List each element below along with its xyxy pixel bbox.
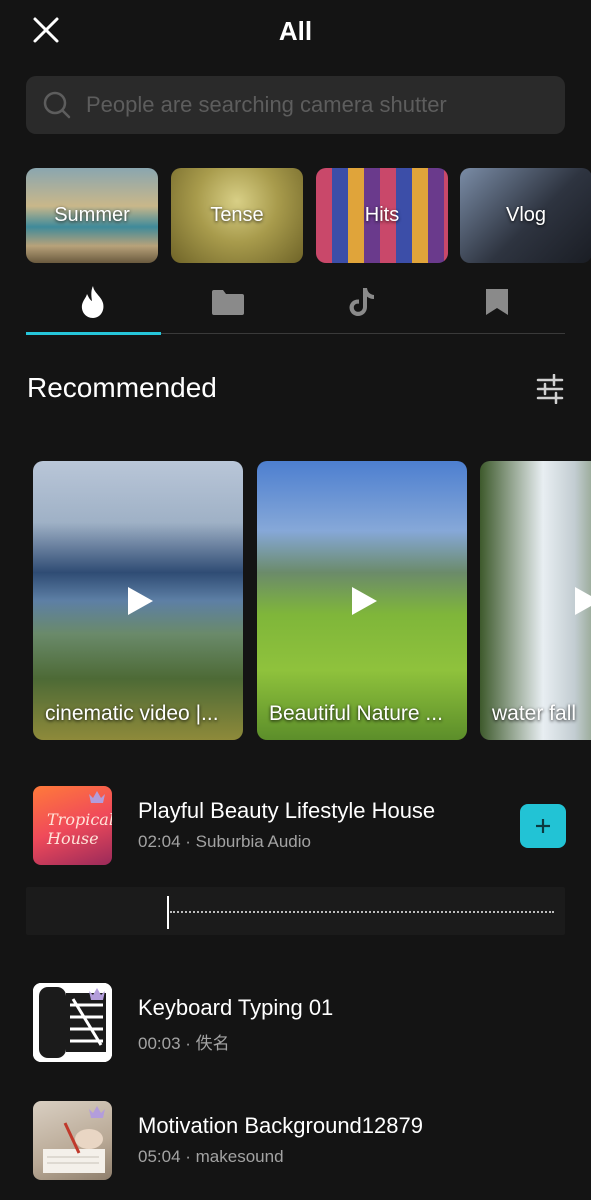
close-button[interactable] bbox=[28, 12, 64, 48]
tab-bar bbox=[26, 270, 565, 335]
video-card[interactable]: water fall bbox=[480, 461, 591, 740]
track-meta: 05:04 · makesound bbox=[138, 1147, 284, 1166]
track-title: Keyboard Typing 01 bbox=[138, 995, 334, 1020]
video-card[interactable]: Beautiful Nature ... bbox=[257, 461, 467, 740]
track-meta: 00:03 · 佚名 bbox=[138, 1034, 230, 1053]
filter-sliders-icon bbox=[536, 373, 564, 405]
category-summer[interactable]: Summer bbox=[26, 168, 158, 263]
thumbnail-text: Tropical House bbox=[47, 810, 112, 848]
section-title: Recommended bbox=[27, 372, 217, 403]
track-thumbnail: Tropical House bbox=[33, 786, 112, 865]
category-vlog[interactable]: Vlog bbox=[460, 168, 591, 263]
premium-crown-icon bbox=[89, 791, 105, 803]
plus-icon bbox=[536, 819, 550, 833]
tab-saved[interactable] bbox=[430, 270, 564, 333]
add-track-button[interactable] bbox=[520, 804, 566, 848]
tab-trending[interactable] bbox=[26, 270, 161, 335]
search-bar[interactable] bbox=[26, 76, 565, 134]
filter-button[interactable] bbox=[534, 373, 566, 405]
track-thumbnail bbox=[33, 1101, 112, 1180]
video-title: cinematic video |... bbox=[45, 702, 219, 725]
flame-icon bbox=[81, 285, 104, 318]
tiktok-icon bbox=[349, 287, 374, 316]
tab-folder[interactable] bbox=[161, 270, 295, 333]
category-strip: Summer Tense Hits Vlog bbox=[26, 168, 591, 264]
play-icon bbox=[352, 587, 377, 615]
track-title: Motivation Background12879 bbox=[138, 1113, 423, 1138]
video-carousel: cinematic video |... Beautiful Nature ..… bbox=[0, 461, 591, 741]
category-hits[interactable]: Hits bbox=[316, 168, 448, 263]
play-icon bbox=[575, 587, 591, 615]
folder-icon bbox=[212, 289, 244, 315]
video-title: water fall bbox=[492, 702, 577, 725]
search-input[interactable] bbox=[86, 92, 546, 118]
audio-waveform[interactable] bbox=[26, 887, 565, 935]
waveform-track bbox=[170, 911, 554, 913]
video-title: Beautiful Nature ... bbox=[269, 702, 443, 725]
playhead[interactable] bbox=[167, 896, 169, 929]
page-title: All bbox=[278, 16, 313, 46]
close-icon bbox=[33, 17, 59, 43]
category-label: Hits bbox=[364, 204, 400, 226]
header: All bbox=[0, 0, 591, 62]
category-label: Tense bbox=[210, 204, 264, 226]
play-icon bbox=[128, 587, 153, 615]
video-card[interactable]: cinematic video |... bbox=[33, 461, 243, 740]
bookmark-icon bbox=[486, 288, 508, 315]
track-thumbnail bbox=[33, 983, 112, 1062]
track-meta: 02:04 · Suburbia Audio bbox=[138, 832, 311, 851]
premium-crown-icon bbox=[89, 988, 105, 1000]
category-label: Summer bbox=[54, 204, 130, 226]
search-icon bbox=[43, 91, 71, 119]
premium-crown-icon bbox=[89, 1106, 105, 1118]
active-tab-indicator bbox=[26, 332, 161, 335]
tab-tiktok[interactable] bbox=[295, 270, 429, 333]
track-title: Playful Beauty Lifestyle House bbox=[138, 798, 436, 823]
category-label: Vlog bbox=[505, 204, 547, 226]
category-tense[interactable]: Tense bbox=[171, 168, 303, 263]
